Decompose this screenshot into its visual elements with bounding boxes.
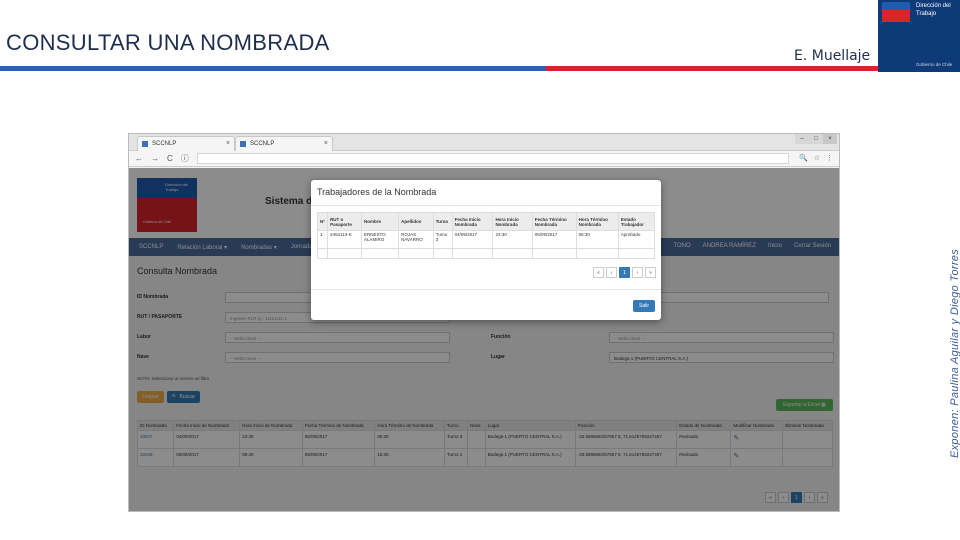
brand-panel: Dirección del Trabajo Gobierno de Chile [878, 0, 960, 72]
modal-pagination: « ‹ 1 › » [593, 267, 656, 278]
modal-divider [311, 205, 661, 206]
minimize-button[interactable]: – [795, 134, 809, 144]
cell: 2454113-K [327, 230, 362, 249]
window-controls: – □ × [795, 134, 837, 144]
workers-header-row: N° RUT o Pasaporte Nombre Apellidos Turn… [316, 212, 656, 231]
cell: Aprobado [617, 230, 656, 249]
cell: 23:30 [492, 230, 533, 249]
site-info-icon[interactable]: ⓘ [181, 153, 189, 164]
tab-close-icon[interactable]: × [226, 140, 230, 147]
cell: 04/09/2017 [451, 230, 494, 249]
tab-bar: SCCNLP × SCCNLP × – □ × [129, 134, 839, 151]
col-fecha-inicio: Fecha Inicio Nombrada [451, 212, 494, 231]
zoom-icon[interactable]: 🔍 [799, 154, 808, 162]
cell: ERNESTO ALAMIRO [360, 230, 400, 249]
brand-name: Dirección del Trabajo [916, 3, 951, 17]
modal-title: Trabajadores de la Nombrada [317, 187, 437, 197]
col-hora-termino: Hora Término Nombrada [575, 212, 619, 231]
reload-icon[interactable]: C [167, 154, 173, 163]
presenters-credit: Exponen: Paulina Aguilar y Diego Torres [949, 248, 960, 458]
page-first[interactable]: « [593, 267, 604, 278]
cell: ROJAS NAVARRO [398, 230, 434, 249]
crest-logo-icon [882, 2, 910, 22]
cell: 05/09/2017 [531, 230, 577, 249]
col-fecha-termino: Fecha Término Nombrada [531, 212, 577, 231]
cell: Turno 3 [432, 230, 453, 249]
col-estado: Estado Trabajador [617, 212, 656, 231]
col-n: N° [316, 212, 329, 231]
browser-tab-2[interactable]: SCCNLP × [235, 136, 333, 151]
title-underline-blue [0, 66, 546, 71]
table-row-empty [316, 248, 656, 259]
table-row: 1 2454113-K ERNESTO ALAMIRO ROJAS NAVARR… [316, 230, 656, 249]
exit-button[interactable]: Salir [633, 300, 655, 312]
slide-author: E. Muellaje [794, 48, 871, 64]
address-bar[interactable] [196, 153, 789, 164]
modal-footer-divider [311, 289, 661, 290]
menu-icon[interactable]: ⋮ [826, 154, 833, 162]
workers-modal: Trabajadores de la Nombrada N° RUT o Pas… [311, 180, 661, 320]
browser-toolbar: ← → C ⓘ 🔍 ☆ ⋮ [129, 151, 839, 167]
col-hora-inicio: Hora Inicio Nombrada [492, 212, 533, 231]
browser-tab-1[interactable]: SCCNLP × [137, 136, 235, 151]
slide-title: CONSULTAR UNA NOMBRADA [6, 30, 330, 55]
back-icon[interactable]: ← [135, 154, 143, 163]
forward-icon[interactable]: → [151, 154, 159, 163]
page-current[interactable]: 1 [619, 267, 630, 278]
tab-label: SCCNLP [152, 141, 177, 147]
maximize-button[interactable]: □ [809, 134, 823, 144]
close-window-button[interactable]: × [823, 134, 837, 144]
page-next[interactable]: › [632, 267, 643, 278]
favicon-icon [240, 141, 246, 147]
brand-gov: Gobierno de Chile [916, 62, 953, 67]
col-apellidos: Apellidos [398, 212, 434, 231]
col-turno: Turno [432, 212, 453, 231]
toolbar-right-icons: 🔍 ☆ ⋮ [799, 154, 833, 162]
tab-label: SCCNLP [250, 141, 275, 147]
bookmark-star-icon[interactable]: ☆ [814, 154, 820, 162]
cell: 06:30 [575, 230, 619, 249]
col-rut: RUT o Pasaporte [327, 212, 362, 231]
favicon-icon [142, 141, 148, 147]
cell: 1 [316, 230, 329, 249]
browser-window: SCCNLP × SCCNLP × – □ × ← → C ⓘ 🔍 ☆ ⋮ Di… [128, 133, 840, 512]
col-nombre: Nombre [360, 212, 400, 231]
workers-table: N° RUT o Pasaporte Nombre Apellidos Turn… [316, 212, 656, 259]
page-last[interactable]: » [645, 267, 656, 278]
title-underline-red [546, 66, 878, 71]
tab-close-icon[interactable]: × [324, 140, 328, 147]
page-prev[interactable]: ‹ [606, 267, 617, 278]
